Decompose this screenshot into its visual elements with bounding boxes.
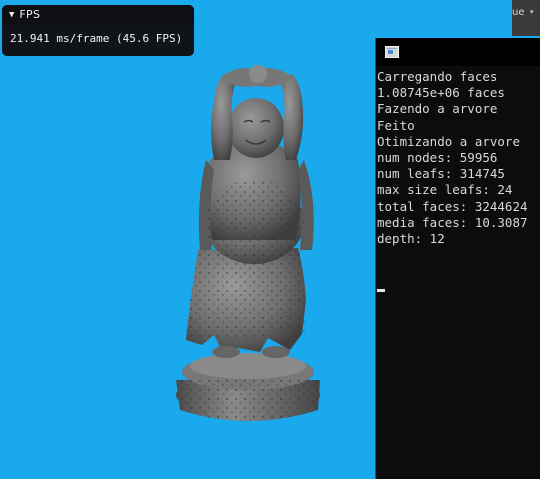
console-line: Otimizando a arvore (377, 133, 520, 149)
console-line: num nodes: 59956 (377, 149, 498, 165)
chevron-down-icon: ▾ (530, 8, 534, 16)
console-line: num leafs: 314745 (377, 166, 505, 182)
collapse-arrow-icon[interactable]: ▼ (9, 10, 14, 20)
console-app-icon (385, 46, 399, 58)
console-line: Carregando faces (377, 69, 498, 84)
console-line: Fazendo a arvore (377, 101, 498, 117)
console-window[interactable]: Carregando faces 1.08745e+06 faces Fazen… (375, 38, 540, 479)
console-line: media faces: 10.3087 (377, 214, 528, 230)
fps-stats-text: 21.941 ms/frame (45.6 FPS) (10, 32, 183, 45)
console-line: Feito (377, 117, 415, 133)
console-line: depth: 12 (377, 230, 445, 246)
buddha-statue-3d-model (176, 65, 320, 421)
console-line: max size leafs: 24 (377, 182, 513, 198)
console-cursor (377, 289, 385, 292)
fps-window-header[interactable]: ▼ FPS (2, 5, 194, 24)
console-titlebar[interactable] (376, 38, 540, 66)
fps-window[interactable]: ▼ FPS 21.941 ms/frame (45.6 FPS) (2, 5, 194, 56)
fps-window-title: FPS (19, 8, 41, 21)
combo-dropdown[interactable]: ue ▾ (512, 0, 540, 36)
combo-value: ue (512, 7, 525, 18)
console-output: Carregando faces 1.08745e+06 faces Fazen… (376, 69, 540, 292)
console-line: 1.08745e+06 faces (377, 85, 505, 101)
console-line: total faces: 3244624 (377, 198, 528, 214)
